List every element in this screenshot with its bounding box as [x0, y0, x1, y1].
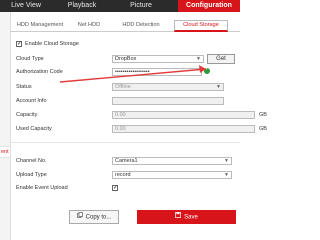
copy-to-label: Copy to...	[85, 214, 112, 221]
capacity-unit: GB	[259, 112, 267, 118]
used-capacity-value: 0.00	[115, 126, 126, 132]
copy-to-button[interactable]: Copy to...	[69, 210, 119, 224]
check-circle-icon	[204, 66, 210, 74]
cloud-type-select[interactable]: DropBox ▼	[112, 55, 204, 63]
used-capacity-field: 0.00	[112, 125, 255, 133]
chevron-down-icon: ▼	[224, 158, 229, 164]
upload-type-select[interactable]: record ▼	[112, 171, 232, 179]
enable-event-upload-checkbox[interactable]	[112, 184, 118, 191]
status-label: Status	[16, 84, 32, 90]
save-button[interactable]: Save	[137, 210, 236, 224]
tab-cloud-storage[interactable]: Cloud Storage	[174, 20, 228, 32]
used-capacity-unit: GB	[259, 126, 267, 132]
upload-type-value: record	[115, 172, 131, 178]
tab-playback[interactable]: Playback	[56, 0, 108, 12]
capacity-label: Capacity	[16, 112, 38, 118]
status-select: Offline ▼	[112, 83, 224, 91]
authorization-code-value: ••••••••••••••••••	[115, 69, 150, 75]
tab-live-view[interactable]: Live View	[0, 0, 52, 12]
account-info-field	[112, 97, 224, 105]
capacity-field: 0.00	[112, 111, 255, 119]
used-capacity-label: Used Capacity	[16, 126, 52, 132]
cloud-type-label: Cloud Type	[16, 56, 44, 62]
top-navigation: Live View Playback Picture Configuration	[0, 0, 240, 12]
tab-configuration[interactable]: Configuration	[178, 0, 240, 12]
enable-cloud-storage-label: Enable Cloud Storage	[25, 41, 79, 47]
chevron-down-icon: ▼	[224, 172, 229, 178]
chevron-down-icon: ▼	[216, 84, 221, 90]
enable-event-upload-label: Enable Event Upload	[16, 185, 68, 191]
copy-icon	[76, 211, 83, 223]
channel-no-select[interactable]: Camera1 ▼	[112, 157, 232, 165]
section-divider	[10, 142, 240, 143]
capacity-value: 0.00	[115, 112, 126, 118]
annotation-arrow	[59, 65, 207, 83]
tab-picture[interactable]: Picture	[112, 0, 170, 12]
tab-net-hdd[interactable]: Net HDD	[72, 20, 106, 31]
cloud-type-value: DropBox	[115, 56, 137, 62]
left-menu-item-selected[interactable]: ent	[0, 146, 10, 158]
status-value: Offline	[115, 84, 131, 90]
channel-no-value: Camera1	[115, 158, 138, 164]
authorization-code-input[interactable]: ••••••••••••••••••	[112, 68, 202, 76]
save-icon	[175, 210, 182, 224]
enable-cloud-storage-checkbox[interactable]	[16, 40, 22, 47]
left-menu-panel: ent	[0, 12, 11, 240]
authorization-code-label: Authorization Code	[16, 69, 63, 75]
get-button[interactable]: Get	[207, 54, 235, 64]
tab-hdd-management[interactable]: HDD Management	[14, 20, 66, 31]
chevron-down-icon: ▼	[196, 56, 201, 62]
left-menu-item-label: ent	[1, 149, 9, 155]
account-info-label: Account Info	[16, 98, 47, 104]
storage-subtabs: HDD Management Net HDD HDD Detection Clo…	[10, 20, 240, 32]
save-label: Save	[184, 214, 198, 221]
upload-type-label: Upload Type	[16, 172, 47, 178]
channel-no-label: Channel No.	[16, 158, 47, 164]
tab-hdd-detection[interactable]: HDD Detection	[114, 20, 168, 31]
